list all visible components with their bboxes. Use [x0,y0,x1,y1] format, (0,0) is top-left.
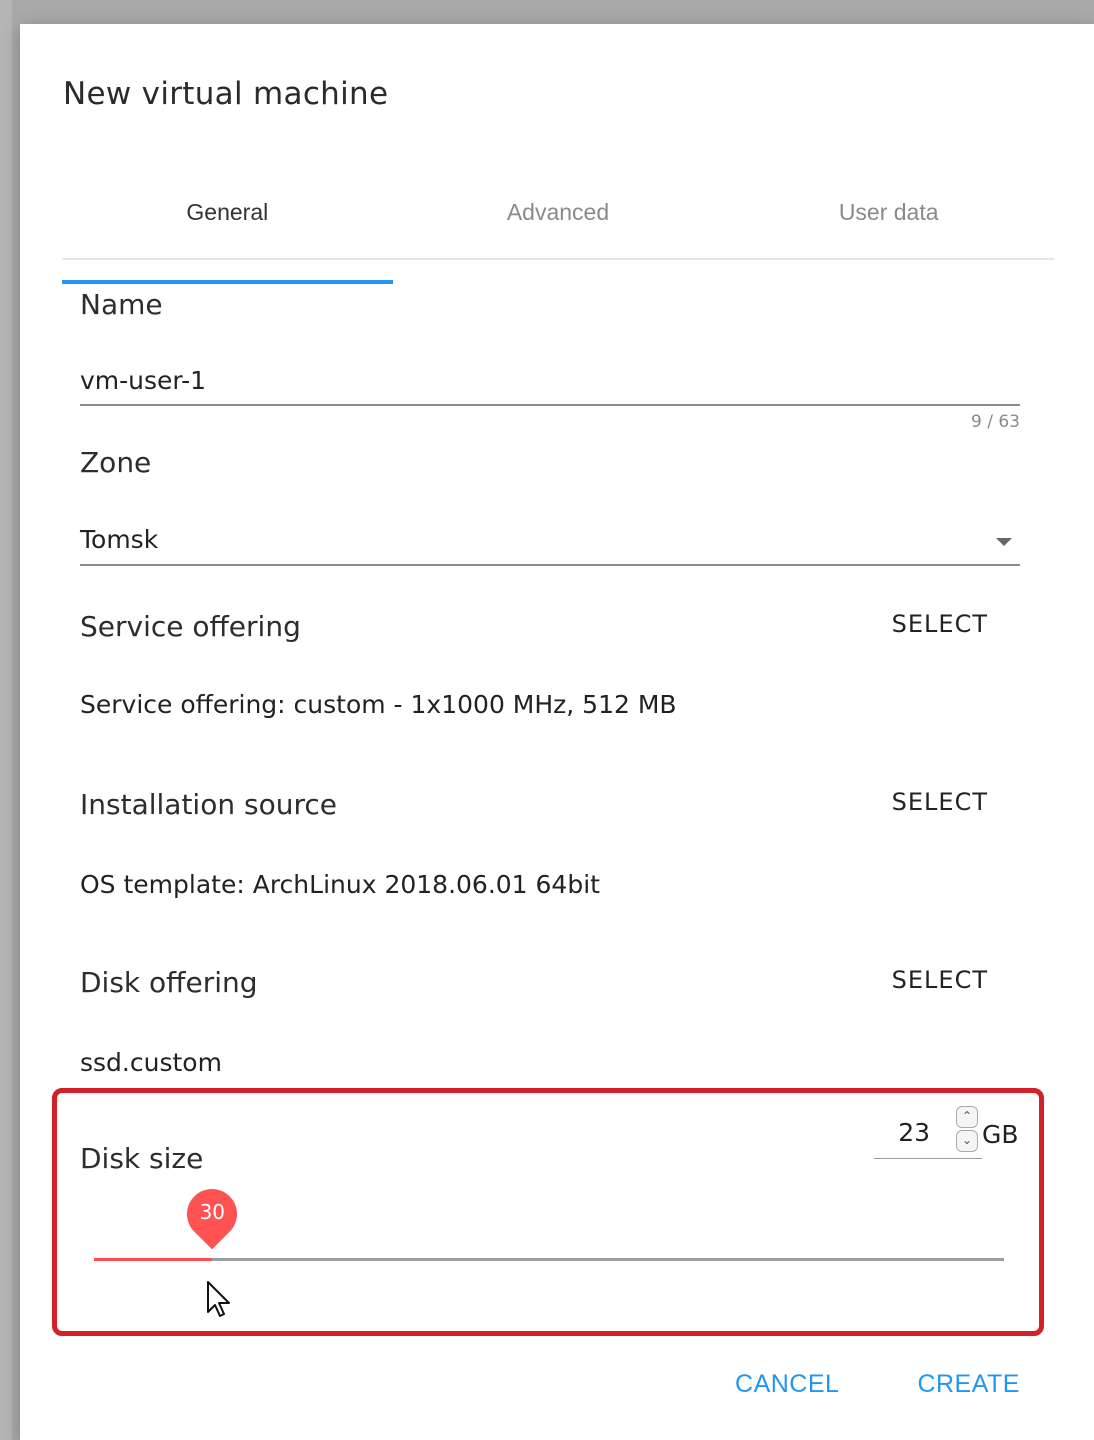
mouse-cursor-icon [207,1281,230,1317]
cancel-button[interactable]: CANCEL [735,1370,839,1399]
zone-select[interactable]: Tomsk [80,520,1020,566]
service-offering-value: Service offering: custom - 1x1000 MHz, 5… [80,690,677,719]
disk-offering-select-button[interactable]: SELECT [892,966,988,994]
disk-size-label: Disk size [80,1142,204,1175]
service-offering-select-button[interactable]: SELECT [892,610,988,638]
tab-advanced[interactable]: Advanced [393,190,724,258]
installation-source-select-button[interactable]: SELECT [892,788,988,816]
new-vm-dialog: New virtual machine General Advanced Use… [20,24,1094,1440]
name-char-counter: 9 / 63 [971,412,1020,432]
installation-source-title: Installation source [80,788,337,821]
tab-user-data[interactable]: User data [723,190,1054,258]
disk-size-input-value: 23 [898,1118,930,1147]
disk-size-spinner: ⌃ ⌄ [956,1106,978,1154]
slider-fill [94,1258,213,1261]
name-input[interactable] [80,360,1020,400]
tab-general[interactable]: General [62,190,393,284]
backdrop-edge [0,0,12,1440]
dropdown-arrow-icon [996,538,1012,546]
installation-source-value: OS template: ArchLinux 2018.06.01 64bit [80,870,600,899]
spin-down-icon[interactable]: ⌄ [956,1130,978,1152]
slider-value-text: 30 [199,1200,226,1224]
disk-size-unit: GB [982,1120,1019,1149]
spin-up-icon[interactable]: ⌃ [956,1106,978,1128]
name-field [80,360,1020,406]
tab-bar: General Advanced User data [62,190,1054,284]
name-label: Name [80,288,163,321]
disk-offering-title: Disk offering [80,966,258,999]
disk-offering-value: ssd.custom [80,1048,222,1077]
create-button[interactable]: CREATE [917,1370,1020,1399]
zone-selected-value: Tomsk [80,525,159,554]
disk-size-slider[interactable] [94,1258,1004,1261]
disk-size-input[interactable]: 23 ⌃ ⌄ [874,1106,982,1159]
zone-label: Zone [80,446,152,479]
dialog-title: New virtual machine [63,76,389,112]
dialog-actions: CANCEL CREATE [735,1370,1020,1399]
service-offering-title: Service offering [80,610,301,643]
